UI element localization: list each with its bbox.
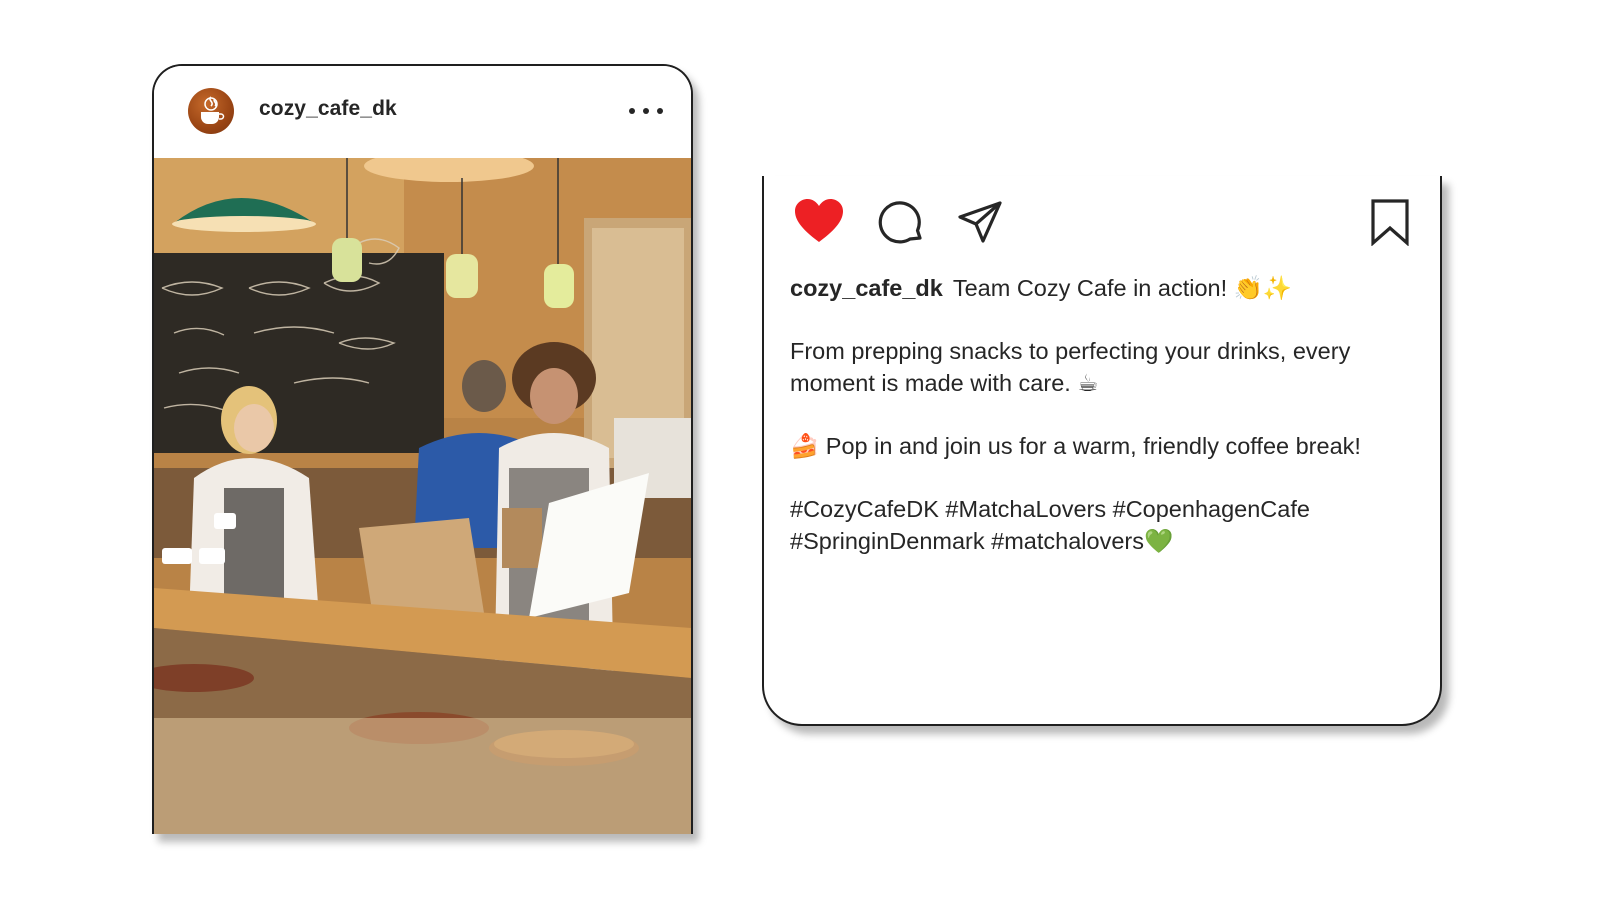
caption-title: Team Cozy Cafe in action! 👏✨	[952, 275, 1293, 301]
bookmark-icon[interactable]	[1368, 198, 1412, 246]
profile-avatar[interactable]	[188, 88, 234, 134]
share-paper-plane-icon[interactable]	[957, 200, 1003, 246]
post-caption: cozy_cafe_dk Team Cozy Cafe in action! 👏✨…	[790, 272, 1410, 557]
caption-paragraph-3: 🍰 Pop in and join us for a warm, friendl…	[790, 433, 1361, 459]
caption-paragraph-2: From prepping snacks to perfecting your …	[790, 338, 1351, 396]
post-username[interactable]: cozy_cafe_dk	[259, 97, 397, 121]
post-photo[interactable]	[154, 158, 691, 834]
caption-username[interactable]: cozy_cafe_dk	[790, 275, 943, 301]
cafe-scene-image	[154, 158, 691, 834]
caption-card: cozy_cafe_dk Team Cozy Cafe in action! 👏✨…	[762, 176, 1442, 726]
action-bar	[764, 176, 1440, 256]
caption-line-1: cozy_cafe_dk Team Cozy Cafe in action! 👏✨	[790, 272, 1410, 304]
coffee-cup-logo-icon	[201, 96, 225, 124]
more-options-icon[interactable]	[629, 96, 663, 126]
like-heart-icon[interactable]	[794, 198, 844, 244]
post-header: cozy_cafe_dk	[154, 66, 691, 158]
caption-hashtags[interactable]: #CozyCafeDK #MatchaLovers #CopenhagenCaf…	[790, 493, 1410, 557]
post-card: cozy_cafe_dk	[152, 64, 693, 834]
comment-icon[interactable]	[878, 200, 924, 246]
